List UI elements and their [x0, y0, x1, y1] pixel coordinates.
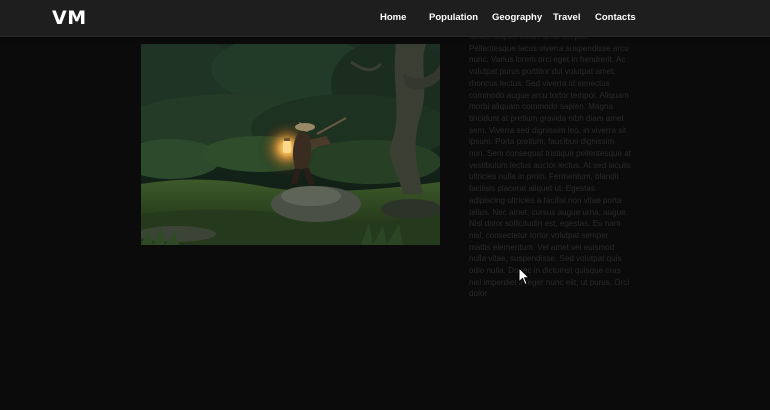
nav-link-contacts[interactable]: Contacts [595, 12, 636, 23]
nav-link-geography[interactable]: Geography [492, 12, 542, 23]
night-forest-lantern-image [141, 44, 440, 245]
nav-link-population[interactable]: Population [429, 12, 478, 23]
hero-photo [141, 44, 440, 245]
nav-link-travel[interactable]: Travel [553, 12, 580, 23]
article-text: facilisi aliquet lectus urna tempus. Pel… [469, 32, 631, 299]
arrow-cursor-icon [518, 267, 530, 286]
navbar: VM Home Population Geography Travel Cont… [0, 0, 770, 37]
nav-link-home[interactable]: Home [380, 12, 406, 23]
nav-menu: Home Population Geography Travel Contact… [0, 12, 770, 26]
